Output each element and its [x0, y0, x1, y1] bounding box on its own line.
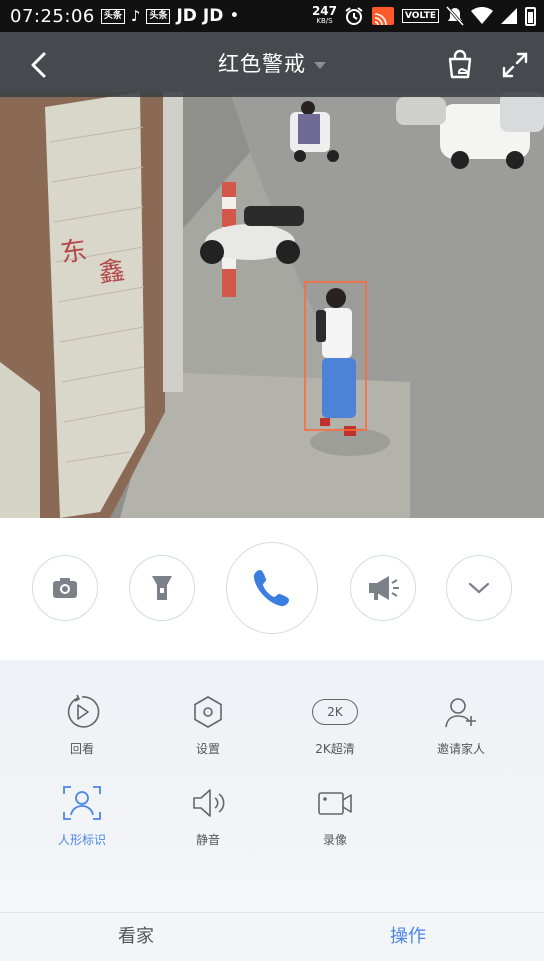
tiktok-icon: ♪	[130, 7, 141, 25]
control-panel	[0, 518, 544, 660]
battery-icon	[525, 6, 536, 26]
volte-badge: VOLTE	[402, 9, 439, 23]
record-label: 录像	[322, 833, 347, 847]
call-button[interactable]	[226, 542, 318, 634]
invite-family-label: 邀请家人	[436, 742, 485, 756]
camera-video-feed[interactable]: 东 鑫	[0, 32, 544, 518]
add-user-icon	[445, 698, 476, 728]
wifi-icon	[471, 7, 493, 24]
settings-label: 设置	[195, 742, 220, 756]
status-bar: 07:25:06 头条 ♪ 头条 JD JD • 247 KB/S VOLTE	[0, 0, 544, 32]
caret-down-icon	[314, 61, 326, 69]
megaphone-icon	[369, 576, 399, 600]
person-detect-label: 人形标识	[57, 833, 106, 847]
chevron-down-icon	[468, 582, 490, 594]
cast-icon	[372, 7, 394, 26]
network-speed: 247 KB/S	[312, 5, 337, 26]
clock: 07:25:06	[10, 5, 95, 27]
speaker-icon	[193, 789, 225, 817]
playback-label: 回看	[69, 742, 94, 756]
talk-button[interactable]	[350, 555, 416, 621]
video-record-icon	[318, 792, 352, 815]
feature-grid: 回看 设置 2K 2K超清 邀请家人 人形标识 静音 录像	[0, 660, 544, 912]
record-item[interactable]: 录像	[267, 783, 403, 848]
toutiao-badge-2: 头条	[146, 8, 171, 24]
flashlight-button[interactable]	[129, 555, 195, 621]
tab-home-watch[interactable]: 看家	[0, 913, 272, 961]
mute-label: 静音	[195, 833, 220, 847]
fullscreen-icon[interactable]	[498, 48, 532, 82]
settings-item[interactable]: 设置	[140, 692, 276, 757]
camera-icon	[53, 578, 77, 598]
notification-dot: •	[229, 6, 240, 26]
svg-text:鑫: 鑫	[97, 256, 127, 289]
toutiao-badge: 头条	[100, 8, 125, 24]
more-toggle-button[interactable]	[446, 555, 512, 621]
bottom-nav: 看家 操作	[0, 912, 544, 961]
mute-item[interactable]: 静音	[140, 783, 276, 848]
flashlight-icon	[152, 576, 172, 600]
playback-icon	[67, 694, 100, 728]
2k-icon: 2K	[312, 699, 358, 725]
mute-bell-icon	[446, 6, 464, 26]
signal-icon	[501, 8, 517, 24]
quality-2k-item[interactable]: 2K 2K超清	[267, 692, 403, 757]
shopping-bag-cloud-icon[interactable]	[443, 48, 477, 82]
shop-sign: 东	[59, 236, 89, 269]
tab-operate[interactable]: 操作	[272, 913, 544, 961]
quality-label: 2K超清	[315, 742, 355, 756]
phone-icon	[253, 570, 289, 607]
alarm-icon	[345, 7, 363, 25]
jd-label-2: JD	[202, 6, 224, 26]
video-scene: 东 鑫	[0, 92, 544, 518]
settings-hex-icon	[194, 696, 222, 728]
person-detect-item[interactable]: 人形标识	[14, 783, 150, 848]
playback-item[interactable]: 回看	[14, 692, 150, 757]
screenshot-button[interactable]	[32, 555, 98, 621]
header-bar: 红色警戒	[0, 32, 544, 97]
person-detect-icon	[63, 786, 101, 820]
title-text: 红色警戒	[218, 52, 306, 76]
jd-label: JD	[176, 6, 197, 26]
invite-family-item[interactable]: 邀请家人	[393, 692, 529, 757]
